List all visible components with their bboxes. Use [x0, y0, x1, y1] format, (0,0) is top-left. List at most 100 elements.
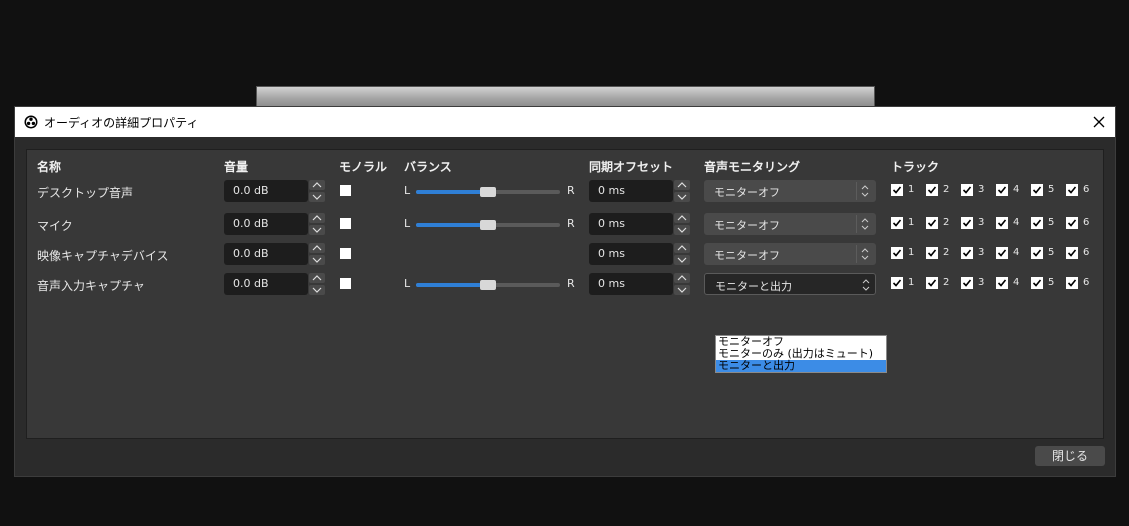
- track-checkbox[interactable]: 1: [891, 217, 925, 231]
- monitoring-option-monitor-and-output[interactable]: モニターと出力: [716, 360, 886, 372]
- track-checkbox[interactable]: 6: [1066, 247, 1100, 261]
- checkmark-icon[interactable]: [926, 247, 938, 259]
- track-checkbox[interactable]: 4: [996, 247, 1030, 261]
- checkmark-icon[interactable]: [926, 277, 938, 289]
- chevron-up-icon[interactable]: [309, 273, 325, 283]
- balance-slider[interactable]: L R: [404, 213, 584, 235]
- monitoring-combobox[interactable]: モニターオフ: [704, 243, 876, 265]
- header-mono: モノラル: [339, 160, 388, 174]
- checkmark-icon[interactable]: [1066, 277, 1078, 289]
- sync-offset-field[interactable]: 0 ms: [589, 213, 673, 235]
- chevron-up-icon[interactable]: [309, 213, 325, 223]
- chevron-down-icon[interactable]: [674, 285, 690, 295]
- balance-slider[interactable]: L R: [404, 180, 584, 202]
- track-checkbox[interactable]: 4: [996, 277, 1030, 291]
- slider-handle[interactable]: [480, 187, 496, 197]
- chevron-up-icon[interactable]: [309, 243, 325, 253]
- checkmark-icon[interactable]: [1066, 217, 1078, 229]
- checkmark-icon[interactable]: [1066, 184, 1078, 196]
- track-checkbox[interactable]: 6: [1066, 184, 1100, 198]
- checkmark-icon[interactable]: [891, 217, 903, 229]
- checkmark-icon[interactable]: [1031, 184, 1043, 196]
- sync-offset-field[interactable]: 0 ms: [589, 243, 673, 265]
- chevron-up-icon[interactable]: [309, 180, 325, 190]
- checkmark-icon[interactable]: [996, 217, 1008, 229]
- sync-offset-spinbox[interactable]: 0 ms: [589, 243, 691, 265]
- slider-handle[interactable]: [480, 280, 496, 290]
- volume-spinbox[interactable]: 0.0 dB: [224, 213, 326, 235]
- track-checkbox[interactable]: 4: [996, 217, 1030, 231]
- checkmark-icon[interactable]: [891, 247, 903, 259]
- track-checkbox[interactable]: 2: [926, 277, 960, 291]
- track-checkbox[interactable]: 3: [961, 217, 995, 231]
- track-checkbox[interactable]: 4: [996, 184, 1030, 198]
- track-checkbox[interactable]: 2: [926, 247, 960, 261]
- mono-checkbox[interactable]: [340, 248, 351, 259]
- mono-checkbox[interactable]: [340, 218, 351, 229]
- chevron-down-icon[interactable]: [674, 225, 690, 235]
- track-number: 6: [1083, 277, 1090, 288]
- monitoring-combobox[interactable]: モニターと出力: [704, 273, 876, 295]
- track-checkbox[interactable]: 5: [1031, 247, 1065, 261]
- chevron-down-icon[interactable]: [309, 192, 325, 202]
- mono-checkbox[interactable]: [340, 185, 351, 196]
- chevron-down-icon[interactable]: [309, 225, 325, 235]
- track-checkbox[interactable]: 3: [961, 247, 995, 261]
- checkmark-icon[interactable]: [996, 247, 1008, 259]
- monitoring-combobox[interactable]: モニターオフ: [704, 180, 876, 202]
- checkmark-icon[interactable]: [1031, 247, 1043, 259]
- track-checkbox[interactable]: 6: [1066, 277, 1100, 291]
- volume-field[interactable]: 0.0 dB: [224, 273, 308, 295]
- volume-field[interactable]: 0.0 dB: [224, 213, 308, 235]
- track-checkbox[interactable]: 6: [1066, 217, 1100, 231]
- sync-offset-spinbox[interactable]: 0 ms: [589, 213, 691, 235]
- checkmark-icon[interactable]: [926, 184, 938, 196]
- chevron-up-icon[interactable]: [674, 180, 690, 190]
- chevron-up-icon[interactable]: [674, 243, 690, 253]
- volume-spinbox[interactable]: 0.0 dB: [224, 243, 326, 265]
- checkmark-icon[interactable]: [961, 277, 973, 289]
- chevron-up-icon[interactable]: [674, 213, 690, 223]
- checkmark-icon[interactable]: [961, 184, 973, 196]
- track-checkbox[interactable]: 1: [891, 277, 925, 291]
- track-checkbox[interactable]: 5: [1031, 277, 1065, 291]
- checkmark-icon[interactable]: [961, 247, 973, 259]
- checkmark-icon[interactable]: [1031, 277, 1043, 289]
- track-checkbox[interactable]: 1: [891, 247, 925, 261]
- monitoring-combobox[interactable]: モニターオフ: [704, 213, 876, 235]
- checkmark-icon[interactable]: [961, 217, 973, 229]
- volume-field[interactable]: 0.0 dB: [224, 243, 308, 265]
- sync-offset-field[interactable]: 0 ms: [589, 180, 673, 202]
- volume-spinbox[interactable]: 0.0 dB: [224, 180, 326, 202]
- checkmark-icon[interactable]: [996, 184, 1008, 196]
- chevron-down-icon[interactable]: [309, 255, 325, 265]
- track-checkbox[interactable]: 2: [926, 217, 960, 231]
- checkmark-icon[interactable]: [891, 184, 903, 196]
- mono-checkbox[interactable]: [340, 278, 351, 289]
- chevron-down-icon[interactable]: [309, 285, 325, 295]
- close-icon[interactable]: [1089, 112, 1109, 132]
- sync-offset-spinbox[interactable]: 0 ms: [589, 273, 691, 295]
- sync-offset-field[interactable]: 0 ms: [589, 273, 673, 295]
- close-button[interactable]: 閉じる: [1035, 446, 1105, 466]
- volume-field[interactable]: 0.0 dB: [224, 180, 308, 202]
- chevron-up-icon[interactable]: [674, 273, 690, 283]
- checkmark-icon[interactable]: [996, 277, 1008, 289]
- track-checkbox[interactable]: 3: [961, 277, 995, 291]
- balance-slider[interactable]: L R: [404, 273, 584, 295]
- track-number: 6: [1083, 184, 1090, 195]
- sync-offset-spinbox[interactable]: 0 ms: [589, 180, 691, 202]
- chevron-down-icon[interactable]: [674, 255, 690, 265]
- track-checkbox[interactable]: 5: [1031, 184, 1065, 198]
- slider-handle[interactable]: [480, 220, 496, 230]
- track-checkbox[interactable]: 5: [1031, 217, 1065, 231]
- checkmark-icon[interactable]: [1066, 247, 1078, 259]
- track-checkbox[interactable]: 2: [926, 184, 960, 198]
- track-checkbox[interactable]: 1: [891, 184, 925, 198]
- checkmark-icon[interactable]: [926, 217, 938, 229]
- volume-spinbox[interactable]: 0.0 dB: [224, 273, 326, 295]
- chevron-down-icon[interactable]: [674, 192, 690, 202]
- track-checkbox[interactable]: 3: [961, 184, 995, 198]
- checkmark-icon[interactable]: [1031, 217, 1043, 229]
- checkmark-icon[interactable]: [891, 277, 903, 289]
